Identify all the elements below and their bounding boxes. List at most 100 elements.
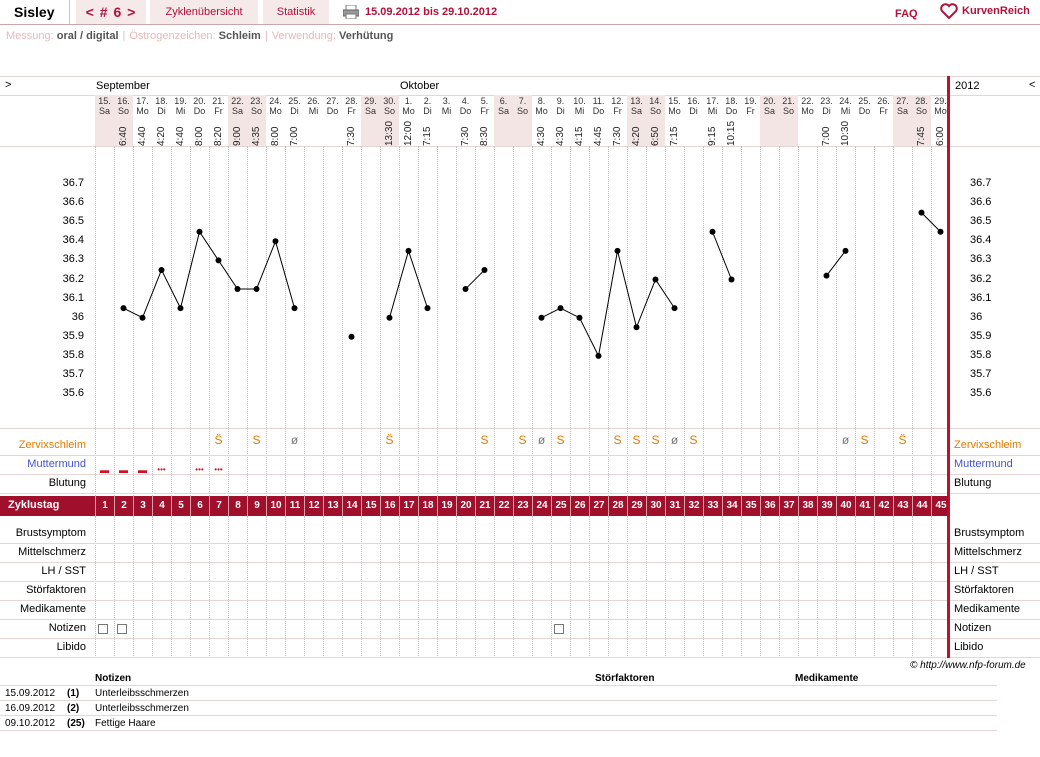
cycle-day-number: 9: [247, 496, 266, 516]
bleeding-mark[interactable]: ▬: [133, 465, 152, 475]
notes-cell: 15.09.2012: [5, 688, 56, 699]
cycle-day-number: 26: [570, 496, 589, 516]
temperature-point[interactable]: [842, 247, 849, 254]
cycle-day-number: 19: [437, 496, 456, 516]
cycle-day-number: 36: [760, 496, 779, 516]
note-icon[interactable]: [554, 624, 564, 634]
cycle-day-label: Zyklustag: [8, 499, 60, 511]
day-divider: [551, 516, 552, 658]
temperature-point[interactable]: [709, 228, 716, 235]
temperature-point[interactable]: [462, 286, 469, 293]
tab-statistics[interactable]: Statistik: [263, 0, 329, 24]
temperature-point[interactable]: [139, 314, 146, 321]
cycle-day-number: 34: [722, 496, 741, 516]
temperature-line: [465, 269, 485, 290]
mucus-mark[interactable]: ø: [532, 433, 551, 447]
cycle-day-number: 6: [190, 496, 209, 516]
temperature-point[interactable]: [595, 352, 602, 359]
mucus-mark[interactable]: S: [684, 433, 703, 447]
temperature-point[interactable]: [196, 228, 203, 235]
bleeding-mark[interactable]: ▬: [95, 465, 114, 475]
row-label-right-lh: LH / SST: [954, 565, 999, 577]
measure-value: oral / digital: [56, 30, 119, 42]
day-divider: [456, 516, 457, 658]
temperature-point[interactable]: [614, 247, 621, 254]
day-divider: [171, 516, 172, 658]
cycle-day-number: 17: [399, 496, 418, 516]
day-divider: [931, 516, 932, 658]
temperature-point[interactable]: [158, 266, 165, 273]
mucus-mark[interactable]: ø: [285, 433, 304, 447]
bleeding-mark[interactable]: •••: [190, 465, 209, 474]
mucus-mark[interactable]: ø: [665, 433, 684, 447]
day-divider: [209, 516, 210, 658]
temperature-point[interactable]: [348, 333, 355, 340]
temperature-point[interactable]: [823, 272, 830, 279]
row-label-muttermund: Muttermund: [27, 458, 86, 470]
temperature-point[interactable]: [937, 228, 944, 235]
mucus-mark[interactable]: S̈: [209, 433, 228, 447]
temperature-point[interactable]: [557, 305, 564, 312]
cycle-day-number: 10: [266, 496, 285, 516]
mucus-mark[interactable]: S: [247, 433, 266, 447]
mucus-mark[interactable]: S: [855, 433, 874, 447]
temperature-point[interactable]: [671, 305, 678, 312]
day-divider: [855, 516, 856, 658]
temperature-line: [541, 250, 675, 358]
temperature-point[interactable]: [538, 314, 545, 321]
temperature-point[interactable]: [424, 305, 431, 312]
print-icon[interactable]: [343, 5, 359, 19]
faq-link[interactable]: FAQ: [895, 8, 918, 20]
bleeding-mark[interactable]: •••: [152, 465, 171, 474]
temperature-point[interactable]: [405, 247, 412, 254]
mucus-mark[interactable]: S̈: [380, 433, 399, 447]
mucus-mark[interactable]: S: [608, 433, 627, 447]
top-bar: Sisley < # 6 > Zyklenübersicht Statistik…: [0, 0, 1040, 25]
temperature-point[interactable]: [918, 209, 925, 216]
note-icon[interactable]: [98, 624, 108, 634]
temperature-point[interactable]: [120, 305, 127, 312]
notes-header: Notizen Störfaktoren Medikamente: [0, 671, 997, 686]
estrogen-value: Schleim: [218, 30, 261, 42]
mucus-mark[interactable]: ø: [836, 433, 855, 447]
temperature-line: [123, 230, 295, 319]
mucus-mark[interactable]: S̈: [893, 433, 912, 447]
notes-cell: (25): [67, 718, 85, 729]
day-divider: [475, 516, 476, 658]
cycle-navigator[interactable]: < # 6 >: [76, 0, 146, 24]
day-divider: [304, 516, 305, 658]
cycle-day-number: 16: [380, 496, 399, 516]
mucus-mark[interactable]: S: [646, 433, 665, 447]
day-divider: [703, 516, 704, 658]
temperature-point[interactable]: [633, 324, 640, 331]
cycle-day-number: 4: [152, 496, 171, 516]
temperature-point[interactable]: [728, 276, 735, 283]
temperature-point[interactable]: [215, 257, 222, 264]
cycle-day-number: 18: [418, 496, 437, 516]
day-divider: [532, 516, 533, 658]
day-divider: [893, 516, 894, 658]
temperature-point[interactable]: [576, 314, 583, 321]
tab-cycle-overview[interactable]: Zyklenübersicht: [150, 0, 258, 24]
logo-text: KurvenReich: [962, 5, 1030, 17]
temperature-point[interactable]: [481, 266, 488, 273]
temperature-point[interactable]: [177, 305, 184, 312]
mucus-mark[interactable]: S: [475, 433, 494, 447]
row-label-right-muttermund: Muttermund: [954, 458, 1013, 470]
row-label-notizen: Notizen: [48, 622, 86, 634]
temperature-point[interactable]: [652, 276, 659, 283]
mucus-mark[interactable]: S: [551, 433, 570, 447]
temperature-point[interactable]: [253, 286, 260, 293]
temperature-point[interactable]: [234, 286, 241, 293]
cycle-day-number: 45: [931, 496, 950, 516]
mucus-mark[interactable]: S: [513, 433, 532, 447]
bleeding-mark[interactable]: •••: [209, 465, 228, 474]
temperature-point[interactable]: [386, 314, 393, 321]
mucus-mark[interactable]: S: [627, 433, 646, 447]
row-line: [0, 562, 1040, 563]
temperature-point[interactable]: [291, 305, 298, 312]
note-icon[interactable]: [117, 624, 127, 634]
bleeding-mark[interactable]: ▬: [114, 465, 133, 475]
logo[interactable]: KurvenReich: [940, 3, 1030, 21]
temperature-point[interactable]: [272, 238, 279, 245]
